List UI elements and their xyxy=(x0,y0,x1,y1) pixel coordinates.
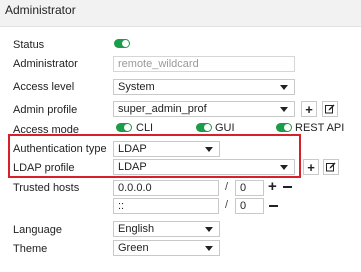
remove-trusted-host-button[interactable] xyxy=(269,205,278,207)
ldap-profile-label: LDAP profile xyxy=(13,162,75,174)
chevron-down-icon xyxy=(205,147,213,152)
status-label: Status xyxy=(13,39,45,51)
chevron-down-icon xyxy=(280,107,288,112)
plus-icon: + xyxy=(305,101,313,117)
edit-admin-profile-button[interactable] xyxy=(322,101,338,117)
plus-icon: + xyxy=(307,159,315,175)
panel-header: Administrator xyxy=(0,0,361,27)
access-level-label: Access level xyxy=(13,81,75,93)
trusted-host-separator: / xyxy=(225,181,229,193)
chevron-down-icon xyxy=(205,227,213,232)
panel-title: Administrator xyxy=(5,3,76,17)
chevron-down-icon xyxy=(280,85,288,90)
admin-profile-value: super_admin_prof xyxy=(118,103,207,115)
language-label: Language xyxy=(13,224,62,236)
administrator-field[interactable]: remote_wildcard xyxy=(113,56,295,72)
cli-toggle[interactable] xyxy=(116,123,132,132)
trusted-host-separator: / xyxy=(225,199,229,211)
add-admin-profile-button[interactable]: + xyxy=(301,101,317,117)
ldap-profile-value: LDAP xyxy=(118,161,147,173)
theme-label: Theme xyxy=(13,243,48,255)
authentication-type-label: Authentication type xyxy=(13,143,107,155)
trusted-host-mask-input[interactable]: 0 xyxy=(235,180,264,196)
chevron-down-icon xyxy=(280,165,288,170)
trusted-host-address-input[interactable]: :: xyxy=(113,198,219,214)
authentication-type-value: LDAP xyxy=(118,143,147,155)
language-value: English xyxy=(118,223,155,235)
add-trusted-host-button[interactable]: + xyxy=(268,179,277,194)
admin-profile-label: Admin profile xyxy=(13,104,78,116)
trusted-host-mask-input[interactable]: 0 xyxy=(235,198,264,214)
authentication-type-select[interactable]: LDAP xyxy=(113,141,220,157)
cli-label: CLI xyxy=(136,122,154,134)
trusted-host-address-input[interactable]: 0.0.0.0 xyxy=(113,180,219,196)
admin-profile-select[interactable]: super_admin_prof xyxy=(113,101,295,117)
edit-icon xyxy=(325,104,335,114)
theme-value: Green xyxy=(118,242,149,254)
remove-trusted-host-button[interactable] xyxy=(283,186,292,188)
chevron-down-icon xyxy=(205,246,213,251)
access-level-value: System xyxy=(118,81,155,93)
status-toggle[interactable] xyxy=(114,39,130,48)
add-ldap-profile-button[interactable]: + xyxy=(303,159,319,175)
rest-api-toggle[interactable] xyxy=(276,123,292,132)
trusted-hosts-label: Trusted hosts xyxy=(13,182,80,194)
gui-label: GUI xyxy=(215,122,235,134)
gui-toggle[interactable] xyxy=(196,123,212,132)
ldap-profile-select[interactable]: LDAP xyxy=(113,159,295,175)
access-mode-label: Access mode xyxy=(13,124,80,136)
rest-api-label: REST API xyxy=(295,122,345,134)
theme-select[interactable]: Green xyxy=(113,240,220,256)
language-select[interactable]: English xyxy=(113,221,220,237)
access-level-select[interactable]: System xyxy=(113,79,295,95)
edit-icon xyxy=(326,162,336,172)
edit-ldap-profile-button[interactable] xyxy=(323,159,339,175)
administrator-label: Administrator xyxy=(13,58,78,70)
